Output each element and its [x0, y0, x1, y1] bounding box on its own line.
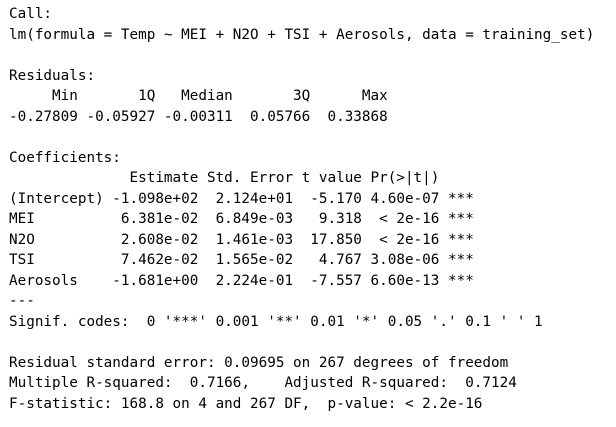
call-formula: lm(formula = Temp ~ MEI + N2O + TSI + Ae…: [9, 26, 595, 43]
coefficient-row-intercept: (Intercept) -1.098e+02 2.124e+01 -5.170 …: [9, 190, 474, 207]
coefficient-row-tsi: TSI 7.462e-02 1.565e-02 4.767 3.08e-06 *…: [9, 252, 474, 268]
coefficients-label: Coefficients:: [9, 149, 121, 166]
call-label: Call:: [9, 6, 53, 22]
coefficient-row-n2o: N2O 2.608e-02 1.461e-03 17.850 < 2e-16 *…: [9, 231, 474, 248]
separator: ---: [9, 293, 35, 309]
residuals-values: -0.27809 -0.05927 -0.00311 0.05766 0.338…: [9, 108, 397, 125]
coefficient-row-aerosols: Aerosols -1.681e+00 2.224e-01 -7.557 6.6…: [9, 272, 474, 289]
r-squared-line: Multiple R-squared: 0.7166, Adjusted R-s…: [9, 375, 526, 391]
residuals-header: Min 1Q Median 3Q Max: [9, 88, 397, 104]
residual-standard-error: Residual standard error: 0.09695 on 267 …: [9, 354, 509, 371]
r-console-output: Call: lm(formula = Temp ~ MEI + N2O + TSI…: [9, 4, 594, 414]
f-statistic-line: F-statistic: 168.8 on 4 and 267 DF, p-va…: [9, 395, 483, 412]
residuals-label: Residuals:: [9, 67, 96, 84]
coefficients-header: Estimate Std. Error t value Pr(>|t|): [9, 170, 474, 186]
coefficient-row-mei: MEI 6.381e-02 6.849e-03 9.318 < 2e-16 **…: [9, 211, 474, 227]
signif-codes: Signif. codes: 0 '***' 0.001 '**' 0.01 '…: [9, 313, 543, 330]
